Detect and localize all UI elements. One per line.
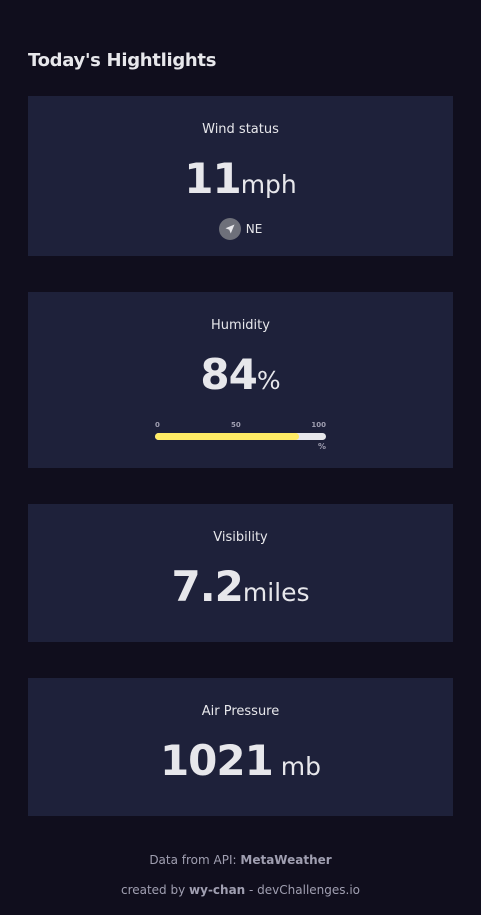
humidity-title: Humidity [211, 318, 270, 333]
humidity-bar-track [155, 433, 326, 440]
air-pressure-card: Air Pressure 1021 mb [28, 678, 453, 816]
api-name-link[interactable]: MetaWeather [240, 853, 331, 867]
visibility-card: Visibility 7.2miles [28, 504, 453, 642]
author-credit: created by wy-chan - devChallenges.io [0, 883, 481, 897]
humidity-number: 84 [200, 350, 257, 399]
api-credit: Data from API: MetaWeather [0, 853, 481, 867]
air-pressure-value: 1021 mb [28, 736, 453, 785]
humidity-scale-unit: % [317, 442, 326, 451]
visibility-number: 7.2 [171, 562, 243, 611]
author-name-link[interactable]: wy-chan [189, 883, 245, 897]
humidity-value: 84% [28, 350, 453, 399]
wind-speed-number: 11 [184, 154, 241, 203]
humidity-scale-mid: 50 [231, 421, 241, 429]
visibility-title: Visibility [213, 530, 268, 545]
wind-status-card: Wind status 11mph NE [28, 96, 453, 256]
air-pressure-number: 1021 [159, 736, 274, 785]
author-credit-suffix: - devChallenges.io [245, 883, 361, 897]
air-pressure-unit: mb [272, 752, 322, 781]
humidity-scale-labels: 0 50 100 [155, 421, 326, 431]
author-credit-prefix: created by [120, 883, 190, 897]
wind-speed-unit: mph [240, 170, 297, 199]
humidity-scale-min: 0 [155, 421, 160, 429]
humidity-card: Humidity 84% 0 50 100 % [28, 292, 453, 468]
wind-direction: NE [28, 218, 453, 240]
air-pressure-title: Air Pressure [201, 704, 280, 719]
api-credit-prefix: Data from API: [149, 853, 241, 867]
visibility-value: 7.2miles [28, 562, 453, 611]
humidity-scale-max: 100 [311, 421, 326, 429]
wind-status-value: 11mph [28, 154, 453, 203]
wind-direction-label: NE [245, 222, 263, 236]
highlights-page: Today's Hightlights Wind status 11mph NE… [0, 0, 481, 915]
humidity-unit: % [256, 366, 281, 395]
visibility-unit: miles [242, 578, 310, 607]
navigation-arrow-icon [218, 218, 241, 240]
wind-status-title: Wind status [202, 122, 279, 137]
highlights-heading: Today's Hightlights [28, 50, 217, 71]
humidity-bar-fill [155, 433, 299, 440]
humidity-bar: 0 50 100 % [155, 421, 326, 451]
